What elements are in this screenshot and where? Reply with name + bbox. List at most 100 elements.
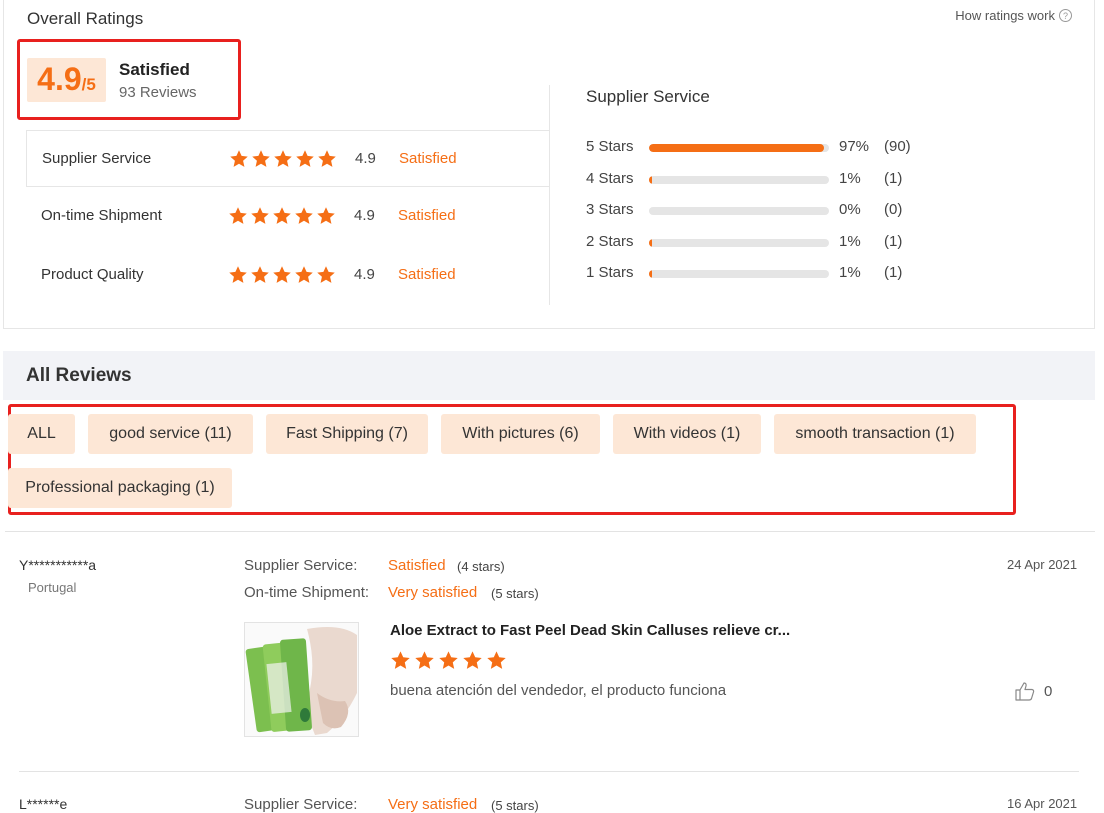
distribution-bar-fill <box>649 270 652 278</box>
product-star-rating <box>390 650 507 671</box>
star-rating <box>228 206 336 226</box>
distribution-count: (1) <box>884 169 903 187</box>
distribution-percent: 1% <box>839 169 861 187</box>
distribution-bar-fill <box>649 176 652 184</box>
supplier-service-label: Supplier Service: <box>244 796 358 813</box>
distribution-count: (1) <box>884 232 903 250</box>
category-value: 4.9 <box>354 207 375 224</box>
shipment-label: On-time Shipment: <box>244 584 370 601</box>
star-icon <box>229 265 247 283</box>
star-icon <box>296 149 314 167</box>
distribution-label: 5 Stars <box>586 137 634 155</box>
supplier-service-stars: (4 stars) <box>457 559 505 574</box>
category-label: Satisfied <box>398 266 456 283</box>
distribution-label: 3 Stars <box>586 200 634 218</box>
star-icon <box>273 265 291 283</box>
star-icon <box>230 149 248 167</box>
supplier-service-stars: (5 stars) <box>491 798 539 813</box>
category-value: 4.9 <box>354 266 375 283</box>
category-name: On-time Shipment <box>41 207 162 224</box>
how-ratings-work-link[interactable]: How ratings work ? <box>955 8 1072 23</box>
distribution-row: 1 Stars 1% (1) <box>586 262 946 282</box>
tag-all[interactable]: ALL <box>8 414 75 454</box>
tag-smooth-transaction[interactable]: smooth transaction (1) <box>774 414 976 454</box>
category-label: Satisfied <box>398 207 456 224</box>
category-row-product-quality: Product Quality 4.9 Satisfied <box>26 246 550 303</box>
star-icon <box>252 149 270 167</box>
supplier-service-title: Supplier Service <box>586 87 710 106</box>
overall-score: 4.9 <box>37 61 82 97</box>
reviewer-name: Y***********a <box>19 557 97 573</box>
star-icon <box>317 206 335 224</box>
supplier-service-value: Very satisfied <box>388 796 478 813</box>
review-date: 16 Apr 2021 <box>1007 796 1078 811</box>
shipment-stars: (5 stars) <box>491 586 539 601</box>
star-rating <box>229 149 337 169</box>
star-rating <box>228 265 336 285</box>
reviewer-country: Portugal <box>28 580 77 595</box>
distribution-count: (0) <box>884 200 903 218</box>
star-icon <box>251 206 269 224</box>
overall-score-label: Satisfied <box>119 60 190 79</box>
star-icon <box>317 265 335 283</box>
distribution-label: 2 Stars <box>586 232 634 250</box>
shipment-value: Very satisfied <box>388 584 478 601</box>
star-icon <box>295 265 313 283</box>
review-date: 24 Apr 2021 <box>1007 557 1078 572</box>
overall-review-count: 93 Reviews <box>119 84 197 101</box>
star-icon <box>318 149 336 167</box>
reviewer-name: L******e <box>19 796 68 812</box>
distribution-bar <box>649 144 829 152</box>
review-text: buena atención del vendedor, el producto… <box>390 682 727 699</box>
thumbs-up-icon <box>1015 682 1035 701</box>
like-count: 0 <box>1044 683 1053 700</box>
star-icon <box>273 206 291 224</box>
how-ratings-work-label: How ratings work <box>955 8 1055 23</box>
star-icon <box>251 265 269 283</box>
overall-ratings-title: Overall Ratings <box>27 9 144 28</box>
distribution-bar <box>649 270 829 278</box>
category-value: 4.9 <box>355 150 376 167</box>
star-icon <box>295 206 313 224</box>
category-row-on-time-shipment: On-time Shipment 4.9 Satisfied <box>26 187 550 244</box>
distribution-bar <box>649 239 829 247</box>
category-label: Satisfied <box>399 150 457 167</box>
tag-with-pictures[interactable]: With pictures (6) <box>441 414 600 454</box>
product-title[interactable]: Aloe Extract to Fast Peel Dead Skin Call… <box>390 622 790 639</box>
category-row-supplier-service: Supplier Service 4.9 Satisfied <box>26 130 550 187</box>
tag-with-videos[interactable]: With videos (1) <box>613 414 761 454</box>
distribution-percent: 0% <box>839 200 861 218</box>
distribution-bar-fill <box>649 239 652 247</box>
distribution-label: 1 Stars <box>586 263 634 281</box>
tag-fast-shipping[interactable]: Fast Shipping (7) <box>266 414 428 454</box>
overall-score-denominator: /5 <box>81 75 96 94</box>
distribution-bar-fill <box>649 144 824 152</box>
star-icon <box>274 149 292 167</box>
tag-professional-packaging[interactable]: Professional packaging (1) <box>8 468 232 508</box>
like-button[interactable]: 0 <box>1015 682 1052 701</box>
reviews-divider <box>5 531 1095 532</box>
distribution-label: 4 Stars <box>586 169 634 187</box>
distribution-percent: 1% <box>839 263 861 281</box>
supplier-service-label: Supplier Service: <box>244 557 358 574</box>
distribution-bar <box>649 207 829 215</box>
distribution-bar <box>649 176 829 184</box>
category-name: Product Quality <box>41 266 144 283</box>
product-image <box>245 623 358 736</box>
distribution-row: 4 Stars 1% (1) <box>586 168 946 188</box>
star-icon <box>463 651 482 669</box>
product-thumbnail[interactable] <box>244 622 359 737</box>
distribution-count: (1) <box>884 263 903 281</box>
tag-good-service[interactable]: good service (11) <box>88 414 253 454</box>
all-reviews-header <box>3 351 1095 400</box>
all-reviews-title: All Reviews <box>26 365 132 386</box>
category-name: Supplier Service <box>42 150 152 167</box>
distribution-count: (90) <box>884 137 911 155</box>
panel-divider <box>549 85 550 305</box>
distribution-percent: 1% <box>839 232 861 250</box>
distribution-percent: 97% <box>839 137 870 155</box>
star-icon <box>487 651 506 669</box>
supplier-service-value: Satisfied <box>388 557 446 574</box>
star-icon <box>391 651 410 669</box>
help-icon: ? <box>1059 9 1072 22</box>
